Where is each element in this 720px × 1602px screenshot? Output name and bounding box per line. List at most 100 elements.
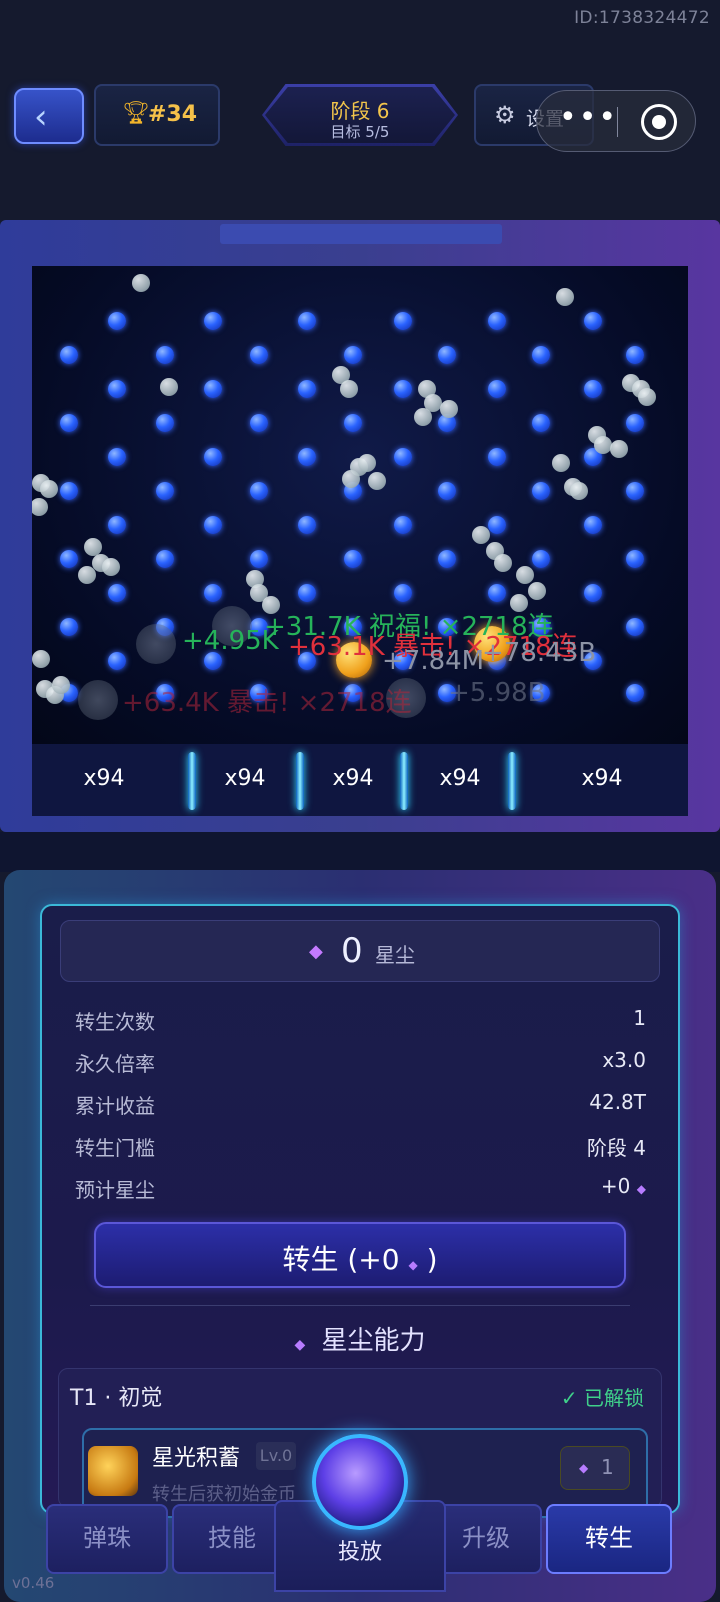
float-text: +63.4K 暴击! ×2718连 <box>122 688 412 718</box>
back-button[interactable]: ‹ <box>14 88 84 144</box>
peg <box>394 312 412 330</box>
peg <box>344 346 362 364</box>
peg <box>626 346 644 364</box>
peg <box>298 312 316 330</box>
stat-value: 阶段 4 <box>586 1136 646 1160</box>
peg <box>488 312 506 330</box>
version-label: v0.46 <box>12 1574 55 1592</box>
stat-label: 预计星尘 <box>75 1178 155 1202</box>
peg <box>344 414 362 432</box>
marble <box>132 274 150 292</box>
peg <box>204 516 222 534</box>
stat-value: 1 <box>633 1006 646 1030</box>
marble <box>102 558 120 576</box>
peg <box>250 414 268 432</box>
peg <box>108 516 126 534</box>
slot-divider <box>400 752 408 810</box>
peg <box>626 684 644 702</box>
peg <box>156 414 174 432</box>
rank-badge[interactable]: 🏆︎ #34 <box>94 84 220 146</box>
marble <box>594 436 612 454</box>
peg <box>438 482 456 500</box>
tab-upgrade[interactable]: 升级 <box>430 1504 542 1574</box>
ghost-ball <box>136 624 176 664</box>
marble <box>368 472 386 490</box>
peg <box>532 482 550 500</box>
float-text: +7.84M <box>382 646 485 676</box>
float-text: +5.98B <box>448 678 546 708</box>
peg <box>394 380 412 398</box>
rebirth-button-label: 转生 (+0 ◆ ) <box>96 1238 624 1278</box>
stage-title: 阶段 6 <box>330 99 390 123</box>
peg <box>298 380 316 398</box>
peg <box>60 618 78 636</box>
float-text: +78.43B <box>482 638 597 668</box>
close-target-icon[interactable] <box>641 104 677 140</box>
stat-label: 累计收益 <box>75 1094 155 1118</box>
peg <box>60 414 78 432</box>
trophy-icon: 🏆︎ <box>122 101 150 126</box>
gold-pile-icon <box>88 1446 138 1496</box>
more-icon[interactable]: ••• <box>559 100 618 135</box>
top-bar: ‹ 🏆︎ #34 阶段 6 目标 5/5 ⚙ 设置 ••• <box>0 78 720 158</box>
peg <box>394 448 412 466</box>
peg <box>298 448 316 466</box>
marble <box>556 288 574 306</box>
marble <box>472 526 490 544</box>
peg <box>250 482 268 500</box>
marble <box>610 440 628 458</box>
marble <box>570 482 588 500</box>
peg <box>488 448 506 466</box>
stat-label: 永久倍率 <box>75 1052 155 1076</box>
tab-marbles[interactable]: 弹珠 <box>46 1504 168 1574</box>
peg <box>626 618 644 636</box>
gem-icon: ◆ <box>309 941 323 962</box>
gem-icon: ◆ <box>408 1258 418 1272</box>
peg <box>532 414 550 432</box>
peg <box>488 584 506 602</box>
peg <box>488 516 506 534</box>
peg <box>626 414 644 432</box>
peg <box>60 482 78 500</box>
stat-label: 转生次数 <box>75 1010 155 1034</box>
launch-label: 投放 <box>337 1540 382 1565</box>
peg <box>438 346 456 364</box>
peg <box>204 584 222 602</box>
marble <box>160 378 178 396</box>
gear-icon: ⚙ <box>494 101 516 129</box>
peg <box>250 550 268 568</box>
peg <box>204 380 222 398</box>
tab-rebirth[interactable]: 转生 <box>546 1504 672 1574</box>
peg <box>60 346 78 364</box>
marble <box>342 470 360 488</box>
slot-multiplier: x94 <box>83 766 125 791</box>
plinko-board[interactable]: +31.7K 祝福! ×2718连 +4.95K +63.1K 暴击! ×271… <box>32 266 688 744</box>
stardust-value: 0 <box>341 931 363 971</box>
starfield-band <box>0 832 720 872</box>
marble <box>494 554 512 572</box>
stat-label: 转生门槛 <box>75 1136 155 1160</box>
slot-multiplier: x94 <box>332 766 374 791</box>
peg <box>204 448 222 466</box>
peg <box>108 448 126 466</box>
peg <box>394 584 412 602</box>
skill-buy-button[interactable]: ◆ 1 <box>560 1446 630 1490</box>
gem-icon: ◆ <box>579 1461 589 1475</box>
marble <box>516 566 534 584</box>
tier-name: T1 · 初觉 <box>70 1386 163 1411</box>
stardust-balance: ◆ 0 星尘 <box>60 920 660 982</box>
stardust-unit: 星尘 <box>375 943 415 967</box>
peg <box>584 516 602 534</box>
tier-unlocked-status: ✓ 已解锁 <box>560 1386 644 1410</box>
gem-icon: ◆ <box>294 1337 306 1353</box>
peg <box>156 346 174 364</box>
rebirth-button[interactable]: 转生 (+0 ◆ ) <box>94 1222 626 1288</box>
stat-value: +0 <box>600 1174 631 1198</box>
peg <box>156 482 174 500</box>
peg <box>584 584 602 602</box>
peg <box>108 584 126 602</box>
peg <box>584 380 602 398</box>
peg <box>108 652 126 670</box>
slot-divider <box>508 752 516 810</box>
launch-orb-button[interactable] <box>312 1434 408 1530</box>
